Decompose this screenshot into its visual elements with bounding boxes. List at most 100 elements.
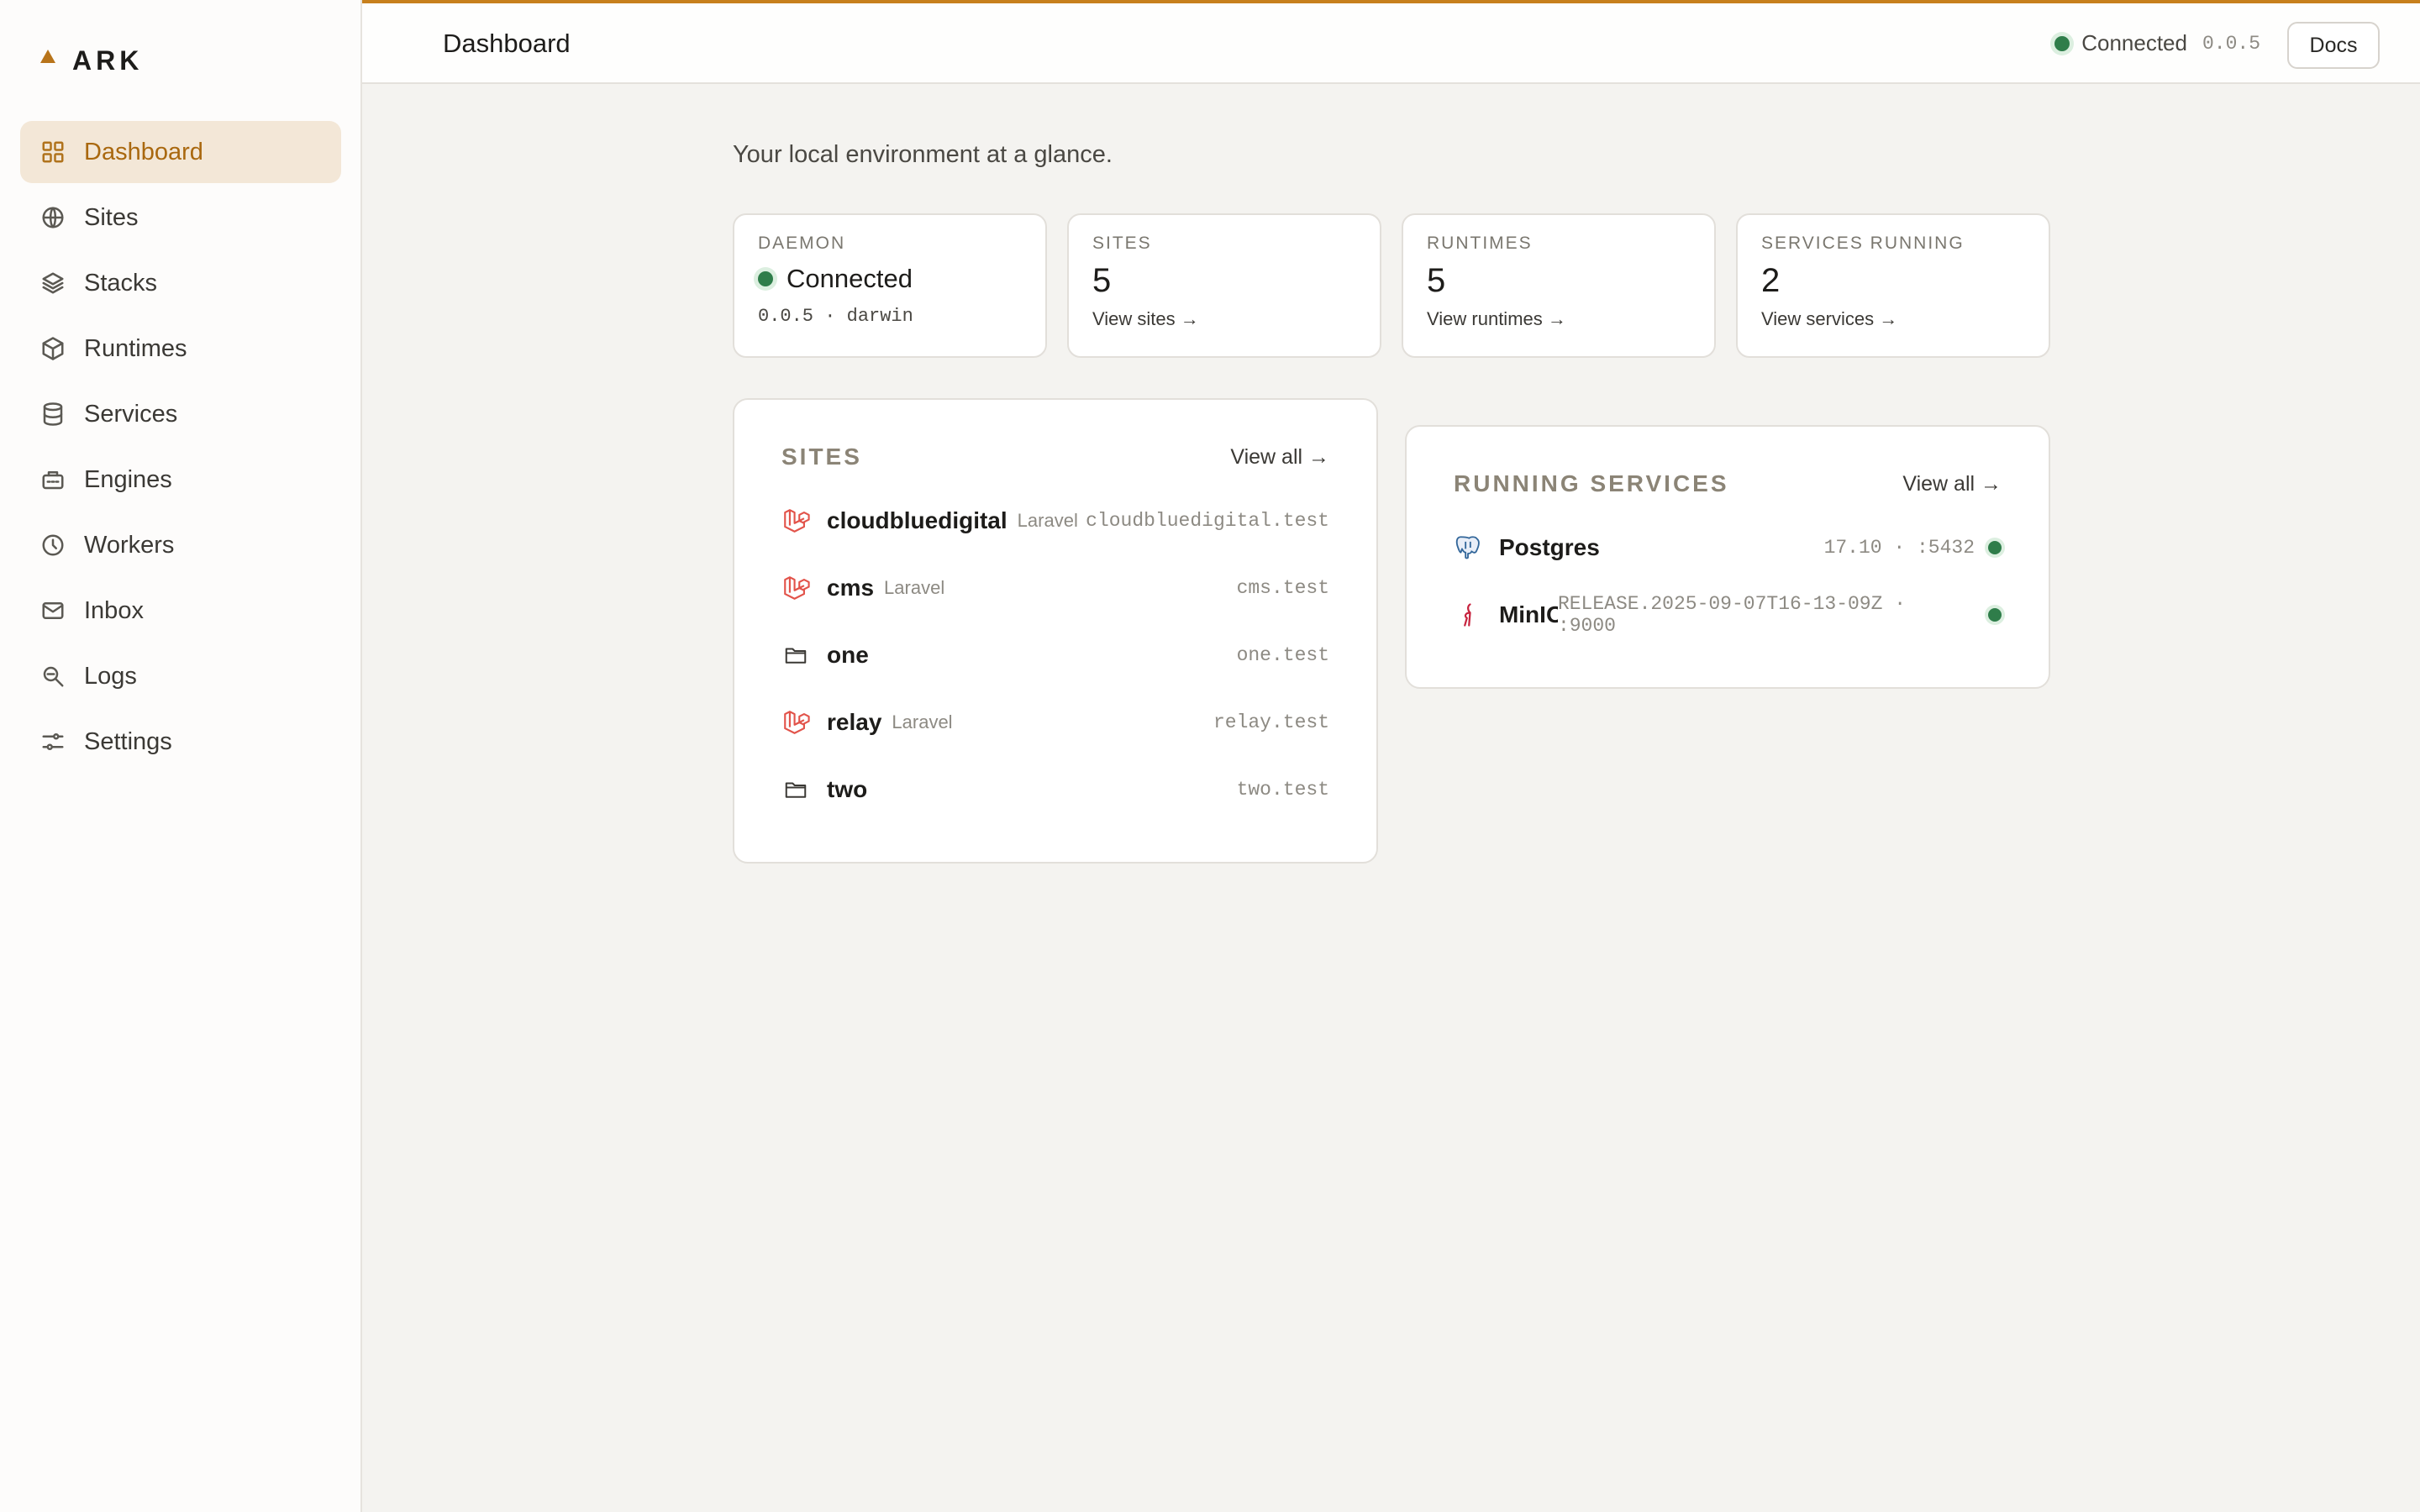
sidebar-item-inbox[interactable]: Inbox	[20, 580, 341, 642]
sidebar-item-logs[interactable]: Logs	[20, 645, 341, 707]
stat-value: 5	[1427, 262, 1446, 299]
sidebar-item-label: Sites	[84, 203, 139, 231]
service-name: MinIO	[1498, 601, 1558, 627]
version-label: 0.0.5	[2202, 32, 2260, 55]
stat-value: 2	[1761, 262, 1781, 299]
laravel-icon	[781, 507, 810, 535]
status-dot-icon	[2054, 35, 2070, 51]
site-framework: Laravel	[892, 711, 953, 732]
stat-subtext: 0.0.5 · darwin	[758, 306, 913, 327]
site-domain: cloudbluedigital.test	[1086, 510, 1329, 532]
site-row[interactable]: cloudbluedigital Laravel cloudbluedigita…	[781, 496, 1329, 546]
service-row[interactable]: MinIO RELEASE.2025-09-07T16-13-09Z · :90…	[1454, 590, 2002, 640]
service-row[interactable]: Postgres 17.10 · :5432	[1454, 522, 2002, 573]
sidebar-item-workers[interactable]: Workers	[20, 514, 341, 576]
site-name: one	[827, 642, 869, 668]
search-log-icon	[40, 664, 66, 689]
site-row[interactable]: cms Laravel cms.test	[781, 563, 1329, 613]
sidebar-item-label: Inbox	[84, 596, 144, 624]
site-row[interactable]: relay Laravel relay.test	[781, 697, 1329, 748]
sites-panel: SITES View all → cloudbluedigital Larave…	[733, 398, 1378, 864]
stat-label: RUNTIMES	[1427, 234, 1533, 253]
sidebar-item-label: Stacks	[84, 269, 158, 297]
page-title: Dashboard	[443, 29, 571, 58]
status-dot-icon	[758, 271, 773, 286]
sliders-icon	[40, 729, 66, 754]
stat-card-daemon: DAEMON Connected 0.0.5 · darwin	[733, 213, 1047, 358]
view-sites-link[interactable]: View sites →	[1092, 308, 1356, 330]
connection-label: Connected	[2081, 30, 2187, 55]
sidebar-item-label: Settings	[84, 727, 172, 755]
site-name: cloudbluedigital	[827, 507, 1007, 533]
page-subtitle: Your local environment at a glance.	[733, 141, 1113, 168]
connection-status: Connected 0.0.5	[2054, 30, 2260, 56]
service-detail-text: 17.10 · :5432	[1823, 537, 1975, 559]
cube-icon	[40, 336, 66, 361]
stat-label: SITES	[1092, 234, 1152, 253]
laravel-icon	[781, 574, 810, 602]
minio-icon	[1454, 601, 1482, 629]
panel-title: RUNNING SERVICES	[1454, 470, 1729, 496]
docs-button[interactable]: Docs	[2287, 22, 2380, 69]
running-status-dot-icon	[1988, 541, 2002, 554]
database-icon	[40, 402, 66, 427]
service-name: Postgres	[1499, 534, 1600, 560]
view-services-link[interactable]: View services →	[1761, 308, 2025, 330]
view-all-services-link[interactable]: View all →	[1902, 472, 2002, 496]
stat-card-services: SERVICES RUNNING 2 View services →	[1736, 213, 2050, 358]
sidebar-item-runtimes[interactable]: Runtimes	[20, 318, 341, 380]
grid-icon	[40, 139, 66, 165]
brand-name: ARK	[72, 45, 144, 76]
topbar: Dashboard Connected 0.0.5 Docs	[362, 0, 2420, 84]
view-runtimes-link[interactable]: View runtimes →	[1427, 308, 1691, 330]
sidebar-item-label: Dashboard	[84, 138, 203, 165]
mail-icon	[40, 598, 66, 623]
laravel-icon	[781, 708, 810, 737]
stat-value: Connected	[786, 264, 913, 293]
running-status-dot-icon	[1988, 608, 2002, 622]
sidebar-item-settings[interactable]: Settings	[20, 711, 341, 773]
site-name: cms	[827, 575, 875, 601]
service-detail: 17.10 · :5432	[1824, 537, 2002, 559]
sidebar: ARK Dashboard Sites Stacks Runtimes Serv…	[0, 0, 362, 1512]
sidebar-item-engines[interactable]: Engines	[20, 449, 341, 511]
site-name: two	[827, 776, 868, 802]
stat-card-runtimes: RUNTIMES 5 View runtimes →	[1402, 213, 1716, 358]
sidebar-nav: Dashboard Sites Stacks Runtimes Services…	[20, 121, 341, 776]
sidebar-item-label: Runtimes	[84, 334, 187, 362]
stat-label: SERVICES RUNNING	[1761, 234, 1965, 253]
site-framework: Laravel	[1017, 510, 1078, 531]
site-domain: cms.test	[1236, 577, 1329, 599]
layers-icon	[40, 270, 66, 296]
stat-card-sites: SITES 5 View sites →	[1067, 213, 1381, 358]
service-detail: RELEASE.2025-09-07T16-13-09Z · :9000	[1558, 593, 2002, 637]
view-all-sites-link[interactable]: View all →	[1230, 445, 1329, 470]
site-domain: two.test	[1236, 779, 1329, 801]
sidebar-item-stacks[interactable]: Stacks	[20, 252, 341, 314]
stat-label: DAEMON	[758, 234, 846, 253]
sidebar-item-sites[interactable]: Sites	[20, 186, 341, 249]
globe-icon	[40, 205, 66, 230]
folder-icon	[781, 641, 810, 669]
sidebar-item-label: Logs	[84, 662, 137, 690]
brand-logo-icon	[40, 50, 55, 63]
site-row[interactable]: one one.test	[781, 630, 1329, 680]
site-domain: one.test	[1236, 644, 1329, 666]
site-name: relay	[827, 709, 882, 735]
service-detail-text: RELEASE.2025-09-07T16-13-09Z · :9000	[1557, 593, 1907, 637]
stat-value: 5	[1092, 262, 1112, 299]
folder-icon	[781, 775, 810, 804]
engine-icon	[40, 467, 66, 492]
sidebar-item-label: Workers	[84, 531, 175, 559]
running-services-panel: RUNNING SERVICES View all → Postgres 17.…	[1405, 425, 2050, 689]
sidebar-item-label: Engines	[84, 465, 172, 493]
site-framework: Laravel	[884, 577, 945, 598]
postgres-icon	[1454, 533, 1482, 562]
brand[interactable]: ARK	[40, 44, 143, 77]
sidebar-item-label: Services	[84, 400, 178, 428]
clock-icon	[40, 533, 66, 558]
sidebar-item-services[interactable]: Services	[20, 383, 341, 445]
site-row[interactable]: two two.test	[781, 764, 1329, 815]
panel-title: SITES	[781, 444, 862, 470]
sidebar-item-dashboard[interactable]: Dashboard	[20, 121, 341, 183]
